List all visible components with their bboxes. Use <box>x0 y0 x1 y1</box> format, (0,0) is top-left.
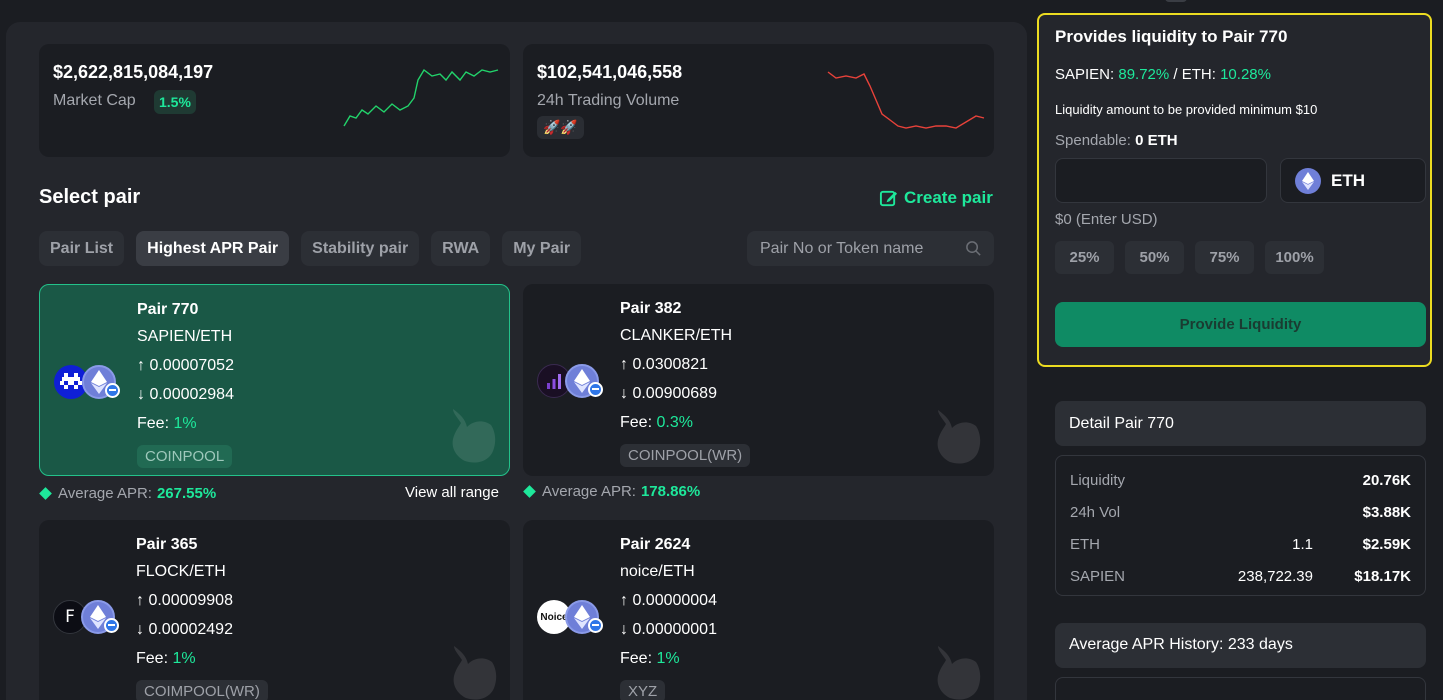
pair-name: FLOCK/ETH <box>136 563 226 580</box>
create-pair-label: Create pair <box>904 188 993 207</box>
detail-row-eth: ETH 1.1 $2.59K <box>1070 535 1411 553</box>
unicorn-watermark-icon <box>937 646 981 700</box>
create-pair-button[interactable]: Create pair <box>879 188 993 208</box>
detail-pair-header: Detail Pair 770 <box>1055 401 1426 446</box>
token-selector[interactable]: ETH <box>1280 158 1426 203</box>
percent-25-button[interactable]: 25% <box>1055 241 1114 274</box>
volume-sparkline <box>827 71 985 129</box>
view-all-range-link[interactable]: View all range <box>405 484 499 501</box>
detail-row-24h-vol: 24h Vol $3.88K <box>1070 503 1411 521</box>
pair-token-icons <box>54 365 126 401</box>
pair-price-up: ↑ 0.0300821 <box>620 356 709 373</box>
minus-badge-icon <box>105 383 120 398</box>
average-apr-382: Average APR: 178.86% <box>523 483 700 500</box>
token-selector-label: ETH <box>1331 170 1365 190</box>
detail-row-sapien: SAPIEN 238,722.39 $18.17K <box>1070 567 1411 585</box>
pair-name: noice/ETH <box>620 563 695 580</box>
tab-rwa[interactable]: RWA <box>431 231 491 266</box>
pair-fee: Fee: 1% <box>620 650 680 667</box>
pair-price-up: ↑ 0.00009908 <box>136 592 233 609</box>
provide-liquidity-button[interactable]: Provide Liquidity <box>1055 302 1426 347</box>
tab-my-pair[interactable]: My Pair <box>502 231 582 266</box>
diamond-icon <box>523 485 536 498</box>
pair-price-up: ↑ 0.00000004 <box>620 592 717 609</box>
pair-card-2624[interactable]: Noice Pair 2624 noice/ETH ↑ 0.00000004 ↓… <box>523 520 994 700</box>
tab-pair-list[interactable]: Pair List <box>39 231 125 266</box>
unicorn-watermark-icon <box>453 646 497 700</box>
market-cap-label: Market Cap <box>53 92 136 109</box>
top-tab-hint <box>1165 0 1187 2</box>
usd-estimate: $0 (Enter USD) <box>1055 211 1158 228</box>
liquidity-title: Provides liquidity to Pair 770 <box>1055 27 1288 46</box>
pair-tabs: Pair List Highest APR Pair Stability pai… <box>39 231 582 266</box>
detail-pair-table: Liquidity 20.76K 24h Vol $3.88K ETH 1.1 … <box>1055 455 1426 596</box>
percent-100-button[interactable]: 100% <box>1265 241 1324 274</box>
volume-card: $102,541,046,558 24h Trading Volume 🚀🚀 <box>523 44 994 157</box>
select-pair-title: Select pair <box>39 186 141 208</box>
pair-number: Pair 2624 <box>620 536 691 553</box>
volume-label: 24h Trading Volume <box>537 92 680 109</box>
pair-name: CLANKER/ETH <box>620 327 733 344</box>
pair-fee: Fee: 0.3% <box>620 414 693 431</box>
pair-fee: Fee: 1% <box>137 415 197 432</box>
market-cap-sparkline <box>343 68 499 127</box>
percent-75-button[interactable]: 75% <box>1195 241 1254 274</box>
pair-card-770[interactable]: Pair 770 SAPIEN/ETH ↑ 0.00007052 ↓ 0.000… <box>39 284 510 476</box>
minimum-note: Liquidity amount to be provided minimum … <box>1055 102 1318 117</box>
tab-highest-apr-pair[interactable]: Highest APR Pair <box>136 231 290 266</box>
rocket-badge: 🚀🚀 <box>537 116 584 139</box>
unicorn-watermark-icon <box>452 409 496 463</box>
pair-number: Pair 770 <box>137 301 199 318</box>
market-cap-value: $2,622,815,084,197 <box>53 62 214 82</box>
pair-card-382[interactable]: Pair 382 CLANKER/ETH ↑ 0.0300821 ↓ 0.009… <box>523 284 994 476</box>
unicorn-watermark-icon <box>937 410 981 464</box>
pair-price-down: ↓ 0.00002492 <box>136 621 233 638</box>
spendable-balance: Spendable: 0 ETH <box>1055 132 1178 149</box>
tab-stability-pair[interactable]: Stability pair <box>301 231 420 266</box>
percent-buttons: 25% 50% 75% 100% <box>1055 241 1324 274</box>
pool-badge: XYZ <box>620 680 666 700</box>
token-ratio: SAPIEN: 89.72% / ETH: 10.28% <box>1055 66 1271 83</box>
pair-token-icons: F <box>53 600 125 636</box>
minus-badge-icon <box>104 618 119 633</box>
pool-badge: COINPOOL(WR) <box>620 444 751 467</box>
eth-icon <box>1295 167 1321 194</box>
pair-price-down: ↓ 0.00002984 <box>137 386 234 403</box>
provide-liquidity-panel: Provides liquidity to Pair 770 SAPIEN: 8… <box>1037 13 1432 367</box>
pair-card-365[interactable]: F Pair 365 FLOCK/ETH ↑ 0.00009908 ↓ 0.00… <box>39 520 510 700</box>
average-apr-770: Average APR: 267.55% <box>39 485 216 502</box>
pair-token-icons: Noice <box>537 600 609 636</box>
pair-number: Pair 365 <box>136 536 198 553</box>
minus-badge-icon <box>588 382 603 397</box>
percent-50-button[interactable]: 50% <box>1125 241 1184 274</box>
pair-number: Pair 382 <box>620 300 682 317</box>
pair-price-up: ↑ 0.00007052 <box>137 357 234 374</box>
pair-price-down: ↓ 0.00900689 <box>620 385 717 402</box>
edit-icon <box>879 190 898 206</box>
minus-badge-icon <box>588 618 603 633</box>
apr-history-header: Average APR History: 233 days <box>1055 623 1426 668</box>
search-icon[interactable] <box>965 240 982 257</box>
pair-price-down: ↓ 0.00000001 <box>620 621 717 638</box>
amount-input[interactable] <box>1055 158 1267 203</box>
pair-fee: Fee: 1% <box>136 650 196 667</box>
diamond-icon <box>39 487 52 500</box>
detail-row-liquidity: Liquidity 20.76K <box>1070 471 1411 489</box>
market-cap-change-badge: 1.5% <box>154 90 196 114</box>
apr-history-panel <box>1055 677 1426 700</box>
pool-badge: COIMPOOL(WR) <box>136 680 268 700</box>
search-input[interactable] <box>747 231 957 266</box>
pair-name: SAPIEN/ETH <box>137 328 233 345</box>
pool-badge: COINPOOL <box>137 445 233 468</box>
search-box <box>747 231 994 266</box>
pair-token-icons <box>537 364 609 400</box>
volume-value: $102,541,046,558 <box>537 62 683 82</box>
market-cap-card: $2,622,815,084,197 Market Cap 1.5% <box>39 44 510 157</box>
